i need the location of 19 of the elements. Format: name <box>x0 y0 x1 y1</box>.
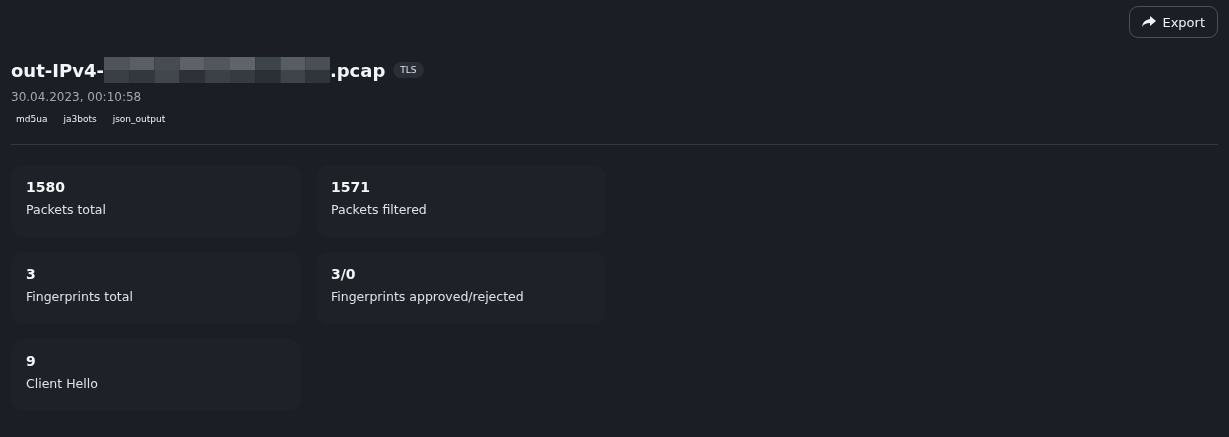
stat-label: Client Hello <box>26 376 99 391</box>
stat-label: Packets total <box>26 202 107 217</box>
stat-label: Fingerprints total <box>26 289 134 304</box>
stat-value: 3 <box>26 266 37 282</box>
share-icon <box>1142 16 1157 28</box>
stat-label: Fingerprints approved/rejected <box>331 289 525 304</box>
tag: md5ua <box>11 112 53 126</box>
tag: json_output <box>107 112 171 126</box>
export-button[interactable]: Export <box>1129 6 1218 38</box>
stat-value: 3/0 <box>331 266 357 282</box>
stat-value: 9 <box>26 353 37 369</box>
stat-value: 1571 <box>331 179 371 195</box>
stat-label: Packets filtered <box>331 202 428 217</box>
file-title: out-IPv4- <box>11 59 104 81</box>
stat-value: 1580 <box>26 179 66 195</box>
protocol-badge: TLS <box>393 62 424 78</box>
tag: ja3bots <box>58 112 102 126</box>
file-extension: .pcap <box>329 59 386 81</box>
timestamp: 30.04.2023, 00:10:58 <box>11 90 143 104</box>
